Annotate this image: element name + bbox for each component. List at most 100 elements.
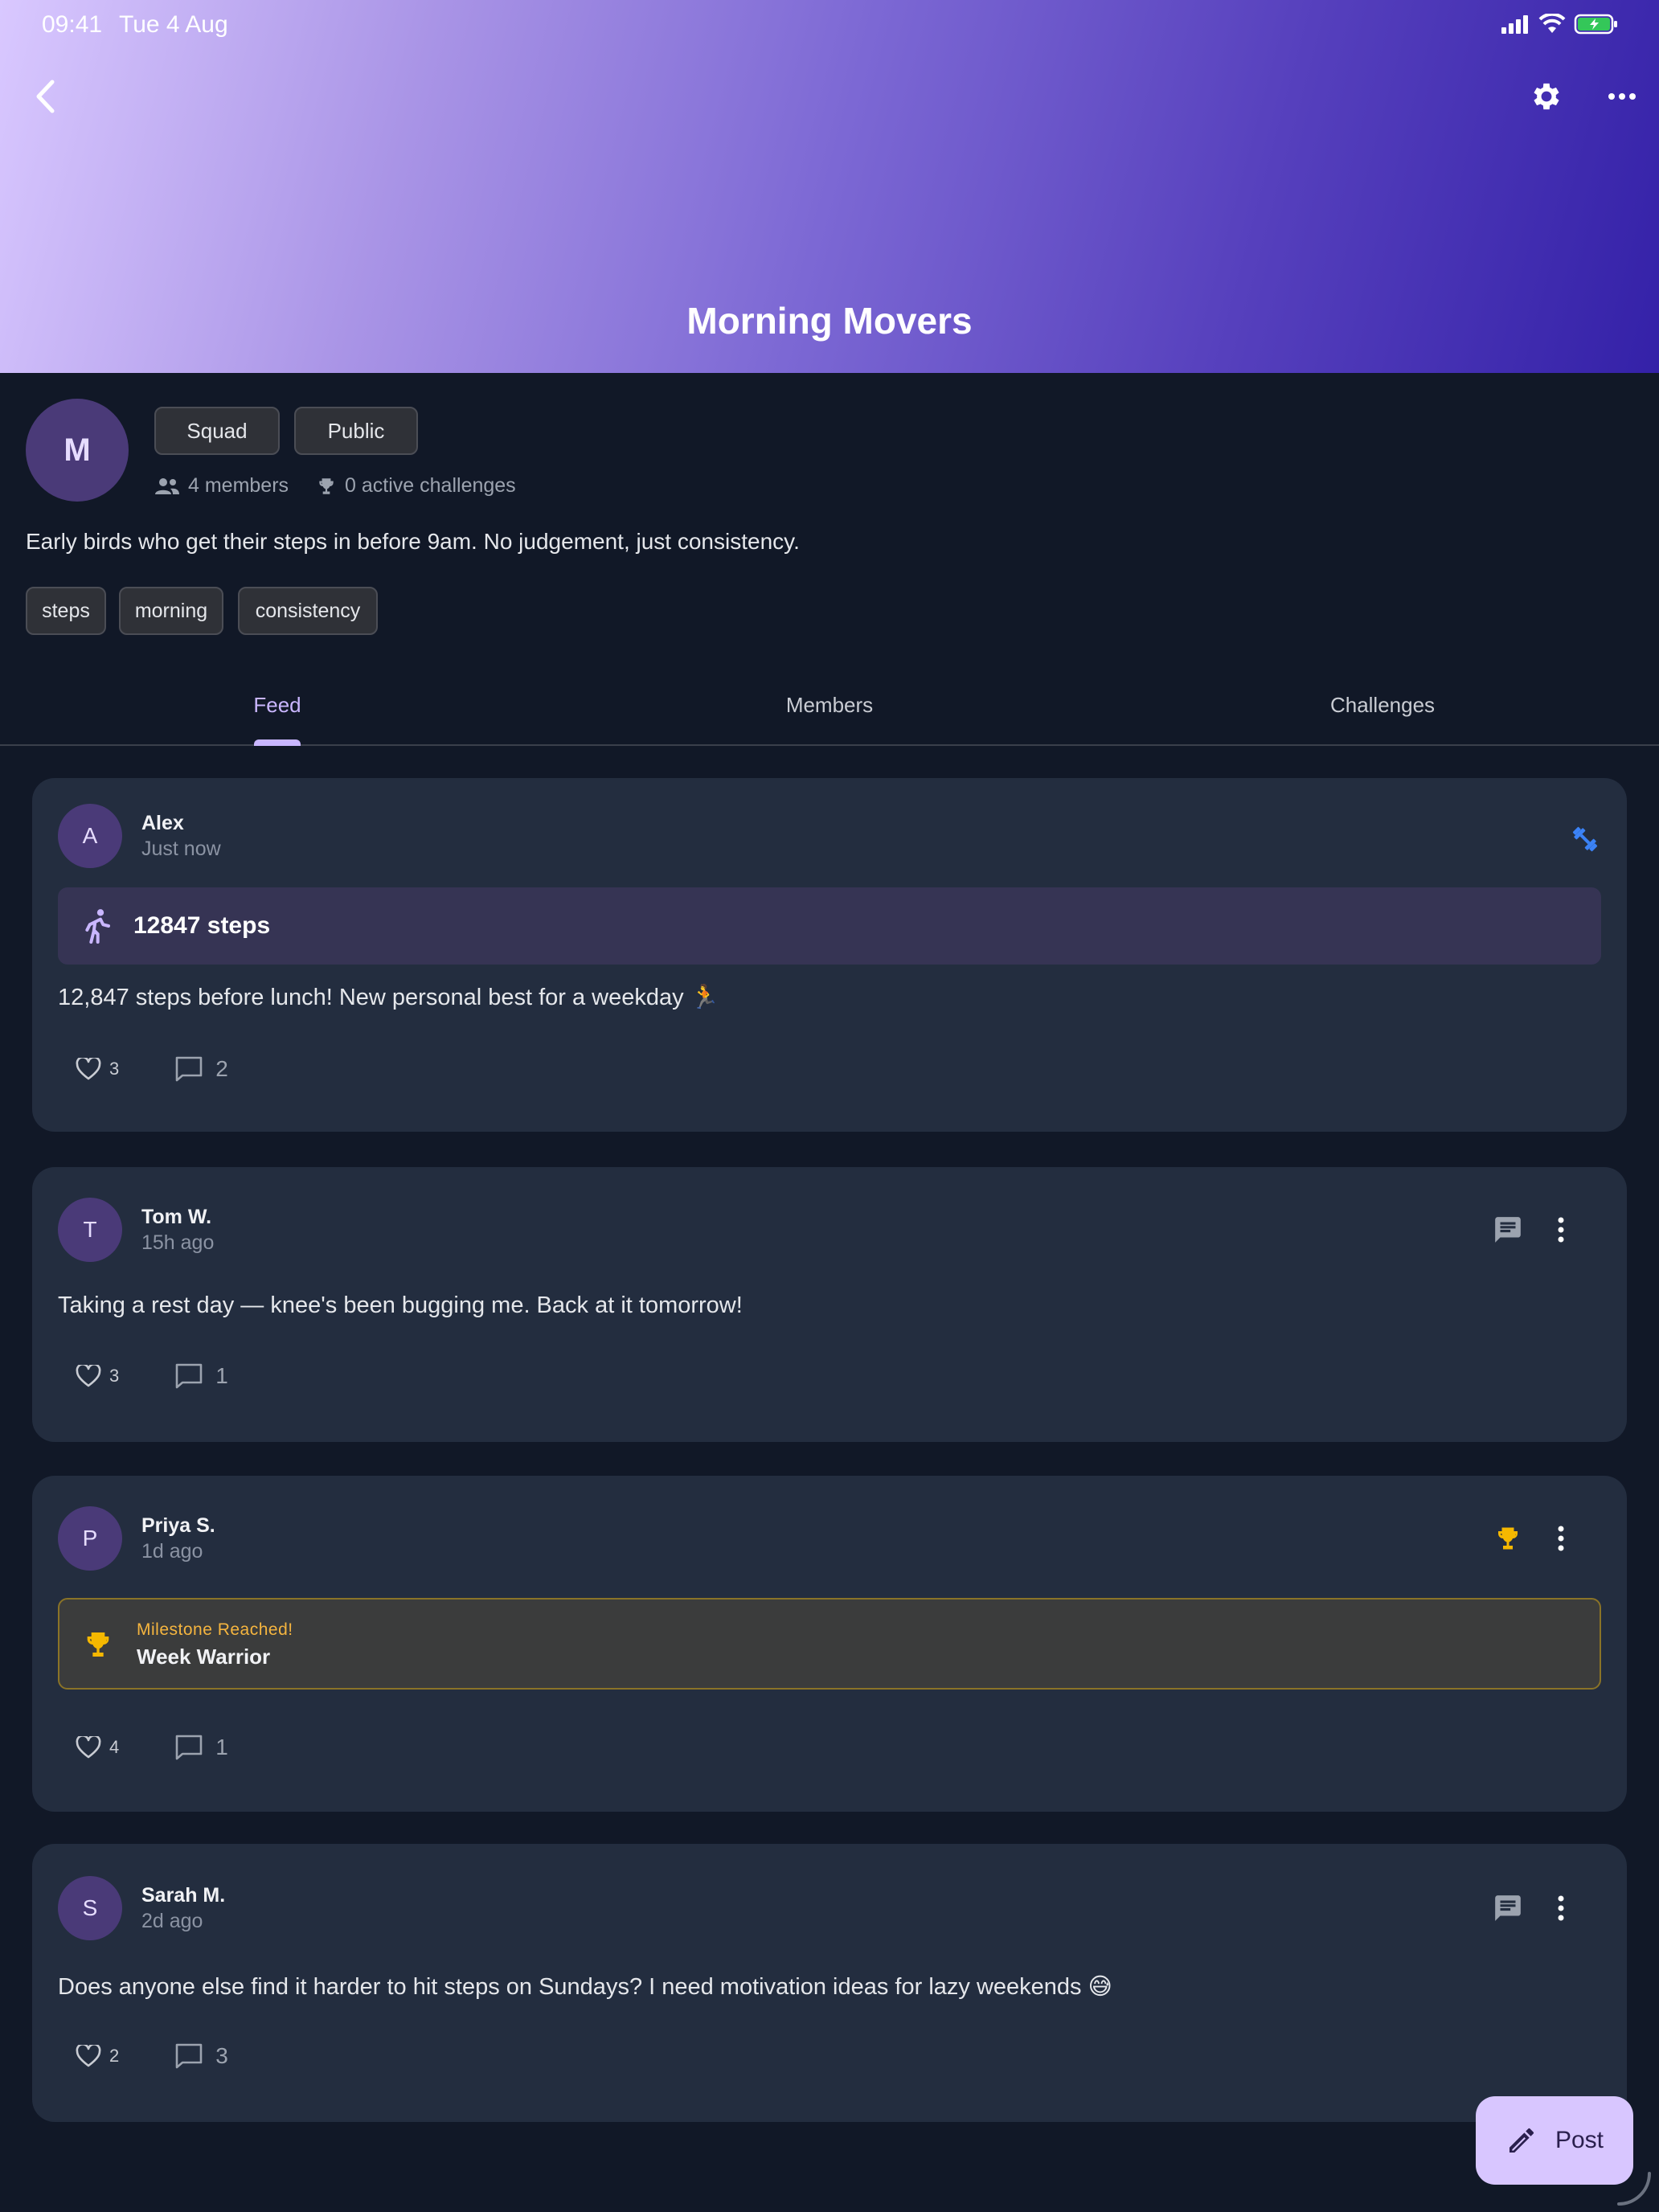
feed-post: A Alex Just now 12847 steps 12,847 steps… (32, 778, 1627, 1132)
wifi-icon (1538, 14, 1566, 33)
message-icon (1495, 1895, 1521, 1921)
post-time: 15h ago (141, 1231, 215, 1254)
milestone-label: Milestone Reached! (137, 1620, 293, 1639)
comment-count: 1 (215, 1363, 228, 1388)
group-meta: 4 members 0 active challenges (154, 474, 543, 498)
fitness-icon-button (1563, 817, 1608, 862)
tab-indicator (254, 739, 301, 746)
like-count: 2 (109, 2046, 120, 2066)
like-count: 4 (109, 1737, 120, 1757)
post-actions: 3 1 (76, 1363, 228, 1389)
milestone-card: Milestone Reached! Week Warrior (58, 1598, 1601, 1690)
resize-handle-icon (1617, 2172, 1651, 2206)
feed-post: T Tom W. 15h ago Taking a rest day — kne… (32, 1167, 1627, 1442)
trophy-icon (87, 1632, 109, 1657)
post-actions: 3 2 (76, 1056, 228, 1082)
challenges-count: 0 active challenges (345, 474, 516, 497)
post-time: 1d ago (141, 1540, 203, 1563)
author-name[interactable]: Tom W. (141, 1206, 211, 1229)
message-icon-button[interactable] (1485, 1886, 1530, 1931)
message-icon (1495, 1217, 1521, 1243)
battery-charging-icon (1574, 14, 1617, 35)
post-actions: 4 1 (76, 1735, 228, 1760)
members-count: 4 members (188, 474, 289, 497)
chevron-left-icon (36, 80, 55, 113)
post-text: 12,847 steps before lunch! New personal … (58, 985, 719, 1010)
comment-button[interactable]: 1 (175, 1735, 228, 1760)
post-menu-button[interactable] (1538, 1886, 1583, 1931)
more-options-button[interactable] (1600, 74, 1645, 119)
comment-icon (175, 1735, 203, 1760)
avatar[interactable]: A (58, 804, 122, 868)
tab-challenges[interactable]: Challenges (1310, 693, 1455, 718)
tag-steps[interactable]: steps (26, 587, 106, 635)
like-count: 3 (109, 1059, 120, 1079)
comment-button[interactable]: 2 (175, 1056, 228, 1082)
tab-feed[interactable]: Feed (241, 693, 313, 718)
comment-button[interactable]: 3 (175, 2043, 228, 2069)
heart-icon (76, 1365, 101, 1387)
heart-icon (76, 2045, 101, 2067)
group-header: 09:41 Tue 4 Aug Morning Movers (0, 0, 1659, 373)
comment-button[interactable]: 1 (175, 1363, 228, 1389)
status-icons (1500, 13, 1619, 35)
cellular-signal-icon (1501, 15, 1528, 34)
message-icon-button[interactable] (1485, 1207, 1530, 1252)
trophy-icon (1498, 1527, 1518, 1550)
pencil-icon (1509, 2128, 1534, 2153)
post-text: Taking a rest day — knee's been bugging … (58, 1292, 743, 1318)
more-vertical-icon (1558, 1217, 1564, 1243)
comment-count: 2 (215, 1056, 228, 1081)
avatar[interactable]: T (58, 1198, 122, 1262)
more-horizontal-icon (1608, 93, 1636, 100)
like-count: 3 (109, 1366, 120, 1386)
feed-post: P Priya S. 1d ago Milestone Reached! Wee… (32, 1476, 1627, 1812)
comment-icon (175, 1056, 203, 1082)
more-vertical-icon (1558, 1895, 1564, 1921)
post-menu-button[interactable] (1538, 1516, 1583, 1561)
comment-count: 3 (215, 2043, 228, 2068)
post-time: Just now (141, 838, 221, 860)
avatar[interactable]: S (58, 1876, 122, 1940)
new-post-label: Post (1555, 2127, 1604, 2153)
heart-icon (76, 1058, 101, 1080)
feed-post: S Sarah M. 2d ago Does anyone else find … (32, 1844, 1627, 2122)
avatar[interactable]: P (58, 1506, 122, 1571)
author-name[interactable]: Priya S. (141, 1514, 215, 1538)
author-name[interactable]: Alex (141, 812, 184, 835)
milestone-title: Week Warrior (137, 1645, 271, 1669)
trophy-icon (319, 477, 334, 494)
like-button[interactable]: 3 (76, 1058, 119, 1080)
badge-squad: Squad (154, 407, 280, 455)
tag-consistency[interactable]: consistency (238, 587, 378, 635)
more-vertical-icon (1558, 1526, 1564, 1551)
like-button[interactable]: 2 (76, 2045, 119, 2067)
post-actions: 2 3 (76, 2043, 228, 2069)
gear-icon (1534, 83, 1559, 110)
tab-bar: Feed Members Challenges (0, 677, 1659, 746)
fitness-icon (1572, 826, 1598, 852)
group-title: Morning Movers (686, 300, 973, 342)
activity-value: 12847 steps (133, 912, 271, 939)
back-button[interactable] (29, 74, 61, 119)
tag-morning[interactable]: morning (119, 587, 223, 635)
new-post-button[interactable]: Post (1476, 2096, 1633, 2185)
status-date: Tue 4 Aug (119, 11, 228, 38)
settings-button[interactable] (1524, 74, 1569, 119)
group-avatar: M (26, 399, 129, 502)
tab-members[interactable]: Members (764, 693, 895, 718)
heart-icon (76, 1736, 101, 1759)
trophy-icon-button (1485, 1516, 1530, 1561)
comment-count: 1 (215, 1735, 228, 1759)
like-button[interactable]: 4 (76, 1736, 119, 1759)
post-time: 2d ago (141, 1910, 203, 1932)
status-time: 09:41 (42, 11, 103, 38)
like-button[interactable]: 3 (76, 1365, 119, 1387)
author-name[interactable]: Sarah M. (141, 1884, 225, 1907)
comment-icon (175, 1363, 203, 1389)
badge-public: Public (294, 407, 418, 455)
post-menu-button[interactable] (1538, 1207, 1583, 1252)
people-icon (155, 477, 179, 494)
post-text: Does anyone else find it harder to hit s… (58, 1974, 1112, 2000)
running-icon (85, 909, 110, 944)
